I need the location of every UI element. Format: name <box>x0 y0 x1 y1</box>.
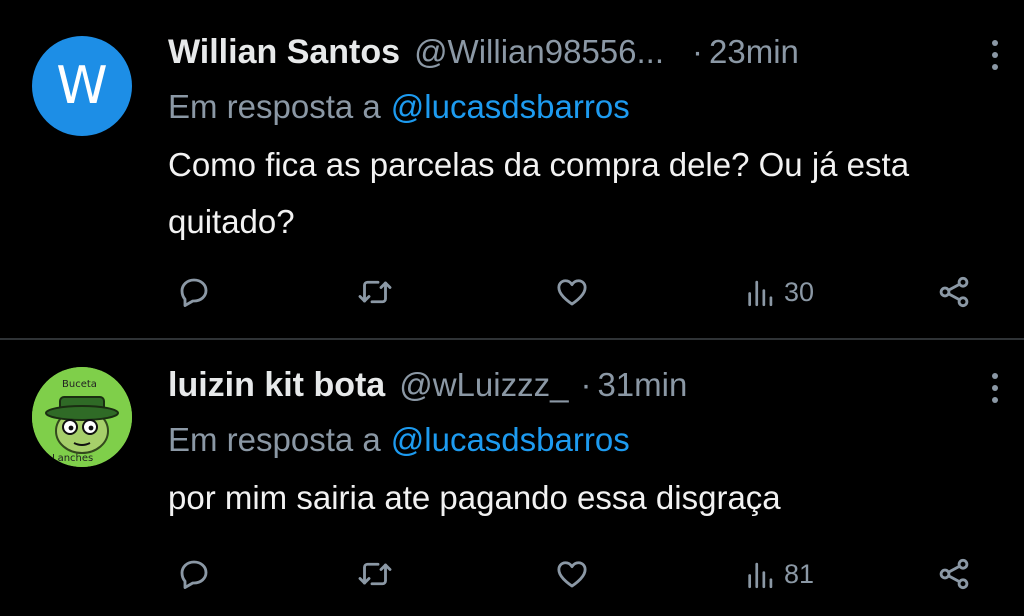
author-handle[interactable]: @wLuizzz_ <box>399 366 568 404</box>
action-bar: 30 <box>168 268 978 316</box>
heart-icon <box>557 279 587 306</box>
separator: · <box>580 366 592 403</box>
reply-prefix: Em resposta a <box>168 88 381 125</box>
divider <box>0 338 1024 340</box>
author-handle[interactable]: @Willian98556... <box>414 33 664 71</box>
avatar-text-bottom: Lanches <box>52 453 93 464</box>
like-button[interactable] <box>554 268 590 316</box>
reply-button[interactable] <box>176 268 212 316</box>
avatar-letter: W <box>56 56 108 116</box>
tweet-item[interactable]: W Willian Santos @Willian98556... · 23mi… <box>0 0 1024 338</box>
tweet-header: luizin kit bota @wLuizzz_ · 31min <box>168 361 996 409</box>
more-options-icon[interactable] <box>988 373 1002 409</box>
separator: · <box>692 33 704 70</box>
action-bar: 81 <box>168 550 978 598</box>
avatar-illustration: Buceta Lanches <box>32 367 132 467</box>
reply-context: Em resposta a @lucasdsbarros <box>168 415 996 465</box>
avatar[interactable]: Buceta Lanches <box>32 367 132 467</box>
share-icon <box>939 276 969 308</box>
retweet-button[interactable] <box>356 550 394 598</box>
avatar[interactable]: W <box>32 36 132 136</box>
reply-mention-link[interactable]: @lucasdsbarros <box>391 88 630 126</box>
views-count: 81 <box>784 558 815 589</box>
reply-icon <box>180 560 208 589</box>
reply-context: Em resposta a @lucasdsbarros <box>168 82 996 132</box>
views-chart-icon <box>748 280 773 307</box>
reply-prefix: Em resposta a <box>168 421 381 458</box>
retweet-button[interactable] <box>356 268 394 316</box>
views-chart-icon <box>748 562 773 589</box>
timestamp[interactable]: 31min <box>597 366 687 404</box>
timestamp[interactable]: 23min <box>709 33 799 71</box>
tweet-content: Willian Santos @Willian98556... · 23min … <box>168 28 996 250</box>
views-count: 30 <box>784 276 815 307</box>
share-icon <box>939 558 969 590</box>
share-button[interactable] <box>936 268 972 316</box>
reply-icon <box>180 278 208 307</box>
like-button[interactable] <box>554 550 590 598</box>
views-button[interactable]: 81 <box>744 550 814 598</box>
heart-icon <box>557 561 587 588</box>
tweet-text: por mim sairia ate pagando essa disgraça <box>168 479 781 516</box>
reply-mention-link[interactable]: @lucasdsbarros <box>391 421 630 459</box>
reply-button[interactable] <box>176 550 212 598</box>
retweet-icon <box>358 562 392 586</box>
tweet-header: Willian Santos @Willian98556... · 23min <box>168 28 996 76</box>
more-options-icon[interactable] <box>988 40 1002 76</box>
author-name[interactable]: Willian Santos <box>168 33 400 72</box>
avatar-text-top: Buceta <box>62 379 97 390</box>
tweet-content: luizin kit bota @wLuizzz_ · 31min Em res… <box>168 361 996 526</box>
share-button[interactable] <box>936 550 972 598</box>
retweet-icon <box>358 280 392 304</box>
author-name[interactable]: luizin kit bota <box>168 366 385 405</box>
tweet-text: Como fica as parcelas da compra dele? Ou… <box>168 146 910 240</box>
views-button[interactable]: 30 <box>744 268 814 316</box>
